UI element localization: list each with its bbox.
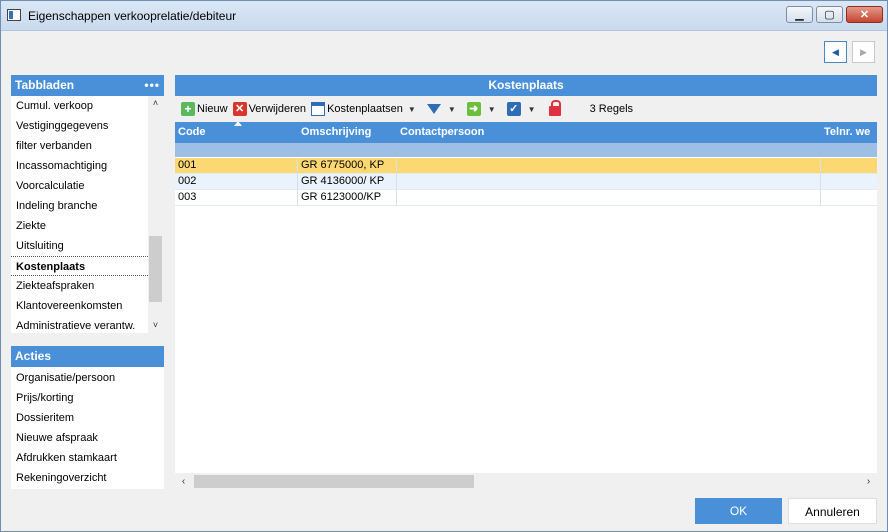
arrow-right-icon: ➜ — [466, 102, 481, 116]
main-panel-title: Kostenplaats — [175, 75, 877, 96]
tabbladen-title: Tabbladen — [15, 78, 75, 92]
close-icon: ✕ — [859, 9, 870, 21]
dialog-window: Eigenschappen verkooprelatie/debiteur ▁ … — [0, 0, 888, 532]
cell-telnr — [821, 174, 877, 190]
close-button[interactable]: ✕ — [846, 6, 883, 23]
row-count: 3 Regels — [589, 103, 634, 115]
tab-item[interactable]: Administratieve verantw. — [11, 316, 148, 336]
tab-item[interactable]: Ziekte — [11, 216, 148, 236]
go-to-menu[interactable]: ➜ ▼ — [466, 102, 496, 116]
column-header-contactpersoon[interactable]: Contactpersoon — [397, 122, 821, 143]
acties-list: Organisatie/persoon Prijs/korting Dossie… — [11, 367, 164, 489]
scroll-right-icon[interactable]: › — [860, 473, 877, 490]
cell-code: 002 — [175, 174, 298, 190]
delete-button[interactable]: ✕ Verwijderen — [232, 102, 307, 116]
tab-item[interactable]: Klantovereenkomsten — [11, 296, 148, 316]
lock-icon — [548, 100, 561, 116]
scroll-left-icon[interactable]: ‹ — [175, 473, 192, 490]
filter-row[interactable] — [175, 143, 877, 158]
cell-telnr — [821, 190, 877, 206]
scroll-down-icon[interactable]: ˅ — [148, 318, 163, 333]
scrollbar-thumb[interactable] — [194, 475, 474, 488]
grid-horizontal-scrollbar[interactable]: ‹ › — [175, 473, 877, 490]
select-menu[interactable]: ✓ ▼ — [506, 102, 536, 116]
ok-button[interactable]: OK — [695, 498, 782, 524]
previous-record-button[interactable]: ◀ — [824, 41, 847, 63]
cell-contactpersoon — [397, 190, 821, 206]
action-item[interactable]: Rekeningoverzicht — [11, 468, 164, 488]
tab-item-active[interactable]: Kostenplaats — [11, 256, 148, 276]
acties-header: Acties — [11, 346, 164, 367]
tabbladen-list: Cumul. verkoop Vestiginggegevens filter … — [11, 96, 148, 333]
tabbladen-scrollbar[interactable]: ˄ ˅ — [148, 96, 163, 333]
acties-title: Acties — [15, 349, 52, 363]
grid-header-row: Code Omschrijving Contactpersoon Telnr. … — [175, 122, 877, 143]
column-header-omschrijving[interactable]: Omschrijving — [298, 122, 397, 143]
sort-ascending-icon — [234, 122, 242, 126]
delete-label: Verwijderen — [248, 103, 307, 115]
chevron-left-icon: ◀ — [832, 46, 839, 57]
tab-item[interactable]: Cumul. verkoop — [11, 96, 148, 116]
tab-item[interactable]: Voorcalculatie — [11, 176, 148, 196]
tabbladen-header: Tabbladen ••• — [11, 75, 164, 96]
maximize-icon: ▢ — [824, 9, 835, 21]
more-options-icon[interactable]: ••• — [144, 75, 160, 96]
table-row[interactable]: 003 GR 6123000/KP — [175, 190, 877, 206]
minimize-icon: ▁ — [795, 9, 804, 21]
table-row[interactable]: 002 GR 4136000/ KP — [175, 174, 877, 190]
cell-code: 001 — [175, 158, 298, 174]
window-title: Eigenschappen verkooprelatie/debiteur — [28, 9, 237, 23]
table-icon — [311, 102, 326, 116]
cell-omschrijving: GR 6123000/KP — [298, 190, 397, 206]
chevron-right-icon: ▶ — [860, 46, 867, 57]
caret-down-icon: ▼ — [407, 104, 416, 114]
tab-item[interactable]: Indeling branche — [11, 196, 148, 216]
action-item[interactable]: Dossieritem — [11, 408, 164, 428]
cell-omschrijving: GR 4136000/ KP — [298, 174, 397, 190]
column-header-telnr[interactable]: Telnr. we — [821, 122, 877, 143]
next-record-button[interactable]: ▶ — [852, 41, 875, 63]
new-label: Nieuw — [197, 103, 228, 115]
cell-contactpersoon — [397, 174, 821, 190]
cost-centers-menu[interactable]: Kostenplaatsen ▼ — [311, 102, 416, 116]
toolbar: + Nieuw ✕ Verwijderen Kostenplaatsen ▼ ▼… — [175, 96, 877, 122]
filter-menu[interactable]: ▼ — [426, 104, 456, 114]
cell-telnr — [821, 158, 877, 174]
tab-item[interactable]: Vestiginggegevens — [11, 116, 148, 136]
delete-icon: ✕ — [232, 102, 247, 116]
scroll-up-icon[interactable]: ˄ — [148, 96, 163, 111]
tab-item[interactable]: Uitsluiting — [11, 236, 148, 256]
action-item[interactable]: Nieuwe afspraak — [11, 428, 164, 448]
caret-down-icon: ▼ — [527, 104, 536, 114]
tab-item[interactable]: Incassomachtiging — [11, 156, 148, 176]
cell-omschrijving: GR 6775000, KP — [298, 158, 397, 174]
caret-down-icon: ▼ — [447, 104, 456, 114]
tab-item[interactable]: filter verbanden — [11, 136, 148, 156]
caret-down-icon: ▼ — [487, 104, 496, 114]
new-button[interactable]: + Nieuw — [181, 102, 228, 116]
table-row[interactable]: 001 GR 6775000, KP — [175, 158, 877, 174]
action-item[interactable]: Prijs/korting — [11, 388, 164, 408]
cancel-button[interactable]: Annuleren — [788, 498, 877, 524]
cell-code: 003 — [175, 190, 298, 206]
checkbox-icon: ✓ — [506, 102, 521, 116]
kostenplaats-grid: Code Omschrijving Contactpersoon Telnr. … — [175, 122, 877, 473]
action-item[interactable]: Organisatie/persoon — [11, 368, 164, 388]
column-header-code[interactable]: Code — [175, 122, 298, 143]
filter-icon — [426, 104, 441, 114]
title-bar: Eigenschappen verkooprelatie/debiteur ▁ … — [1, 1, 887, 31]
scrollbar-thumb[interactable] — [149, 236, 162, 302]
minimize-button[interactable]: ▁ — [786, 6, 813, 23]
action-item[interactable]: Afdrukken stamkaart — [11, 448, 164, 468]
app-icon — [7, 9, 21, 21]
cell-contactpersoon — [397, 158, 821, 174]
tab-item[interactable]: Ziekteafspraken — [11, 276, 148, 296]
maximize-button[interactable]: ▢ — [816, 6, 843, 23]
plus-icon: + — [181, 102, 195, 116]
cost-centers-label: Kostenplaatsen — [327, 103, 403, 115]
lock-button[interactable] — [548, 100, 563, 116]
